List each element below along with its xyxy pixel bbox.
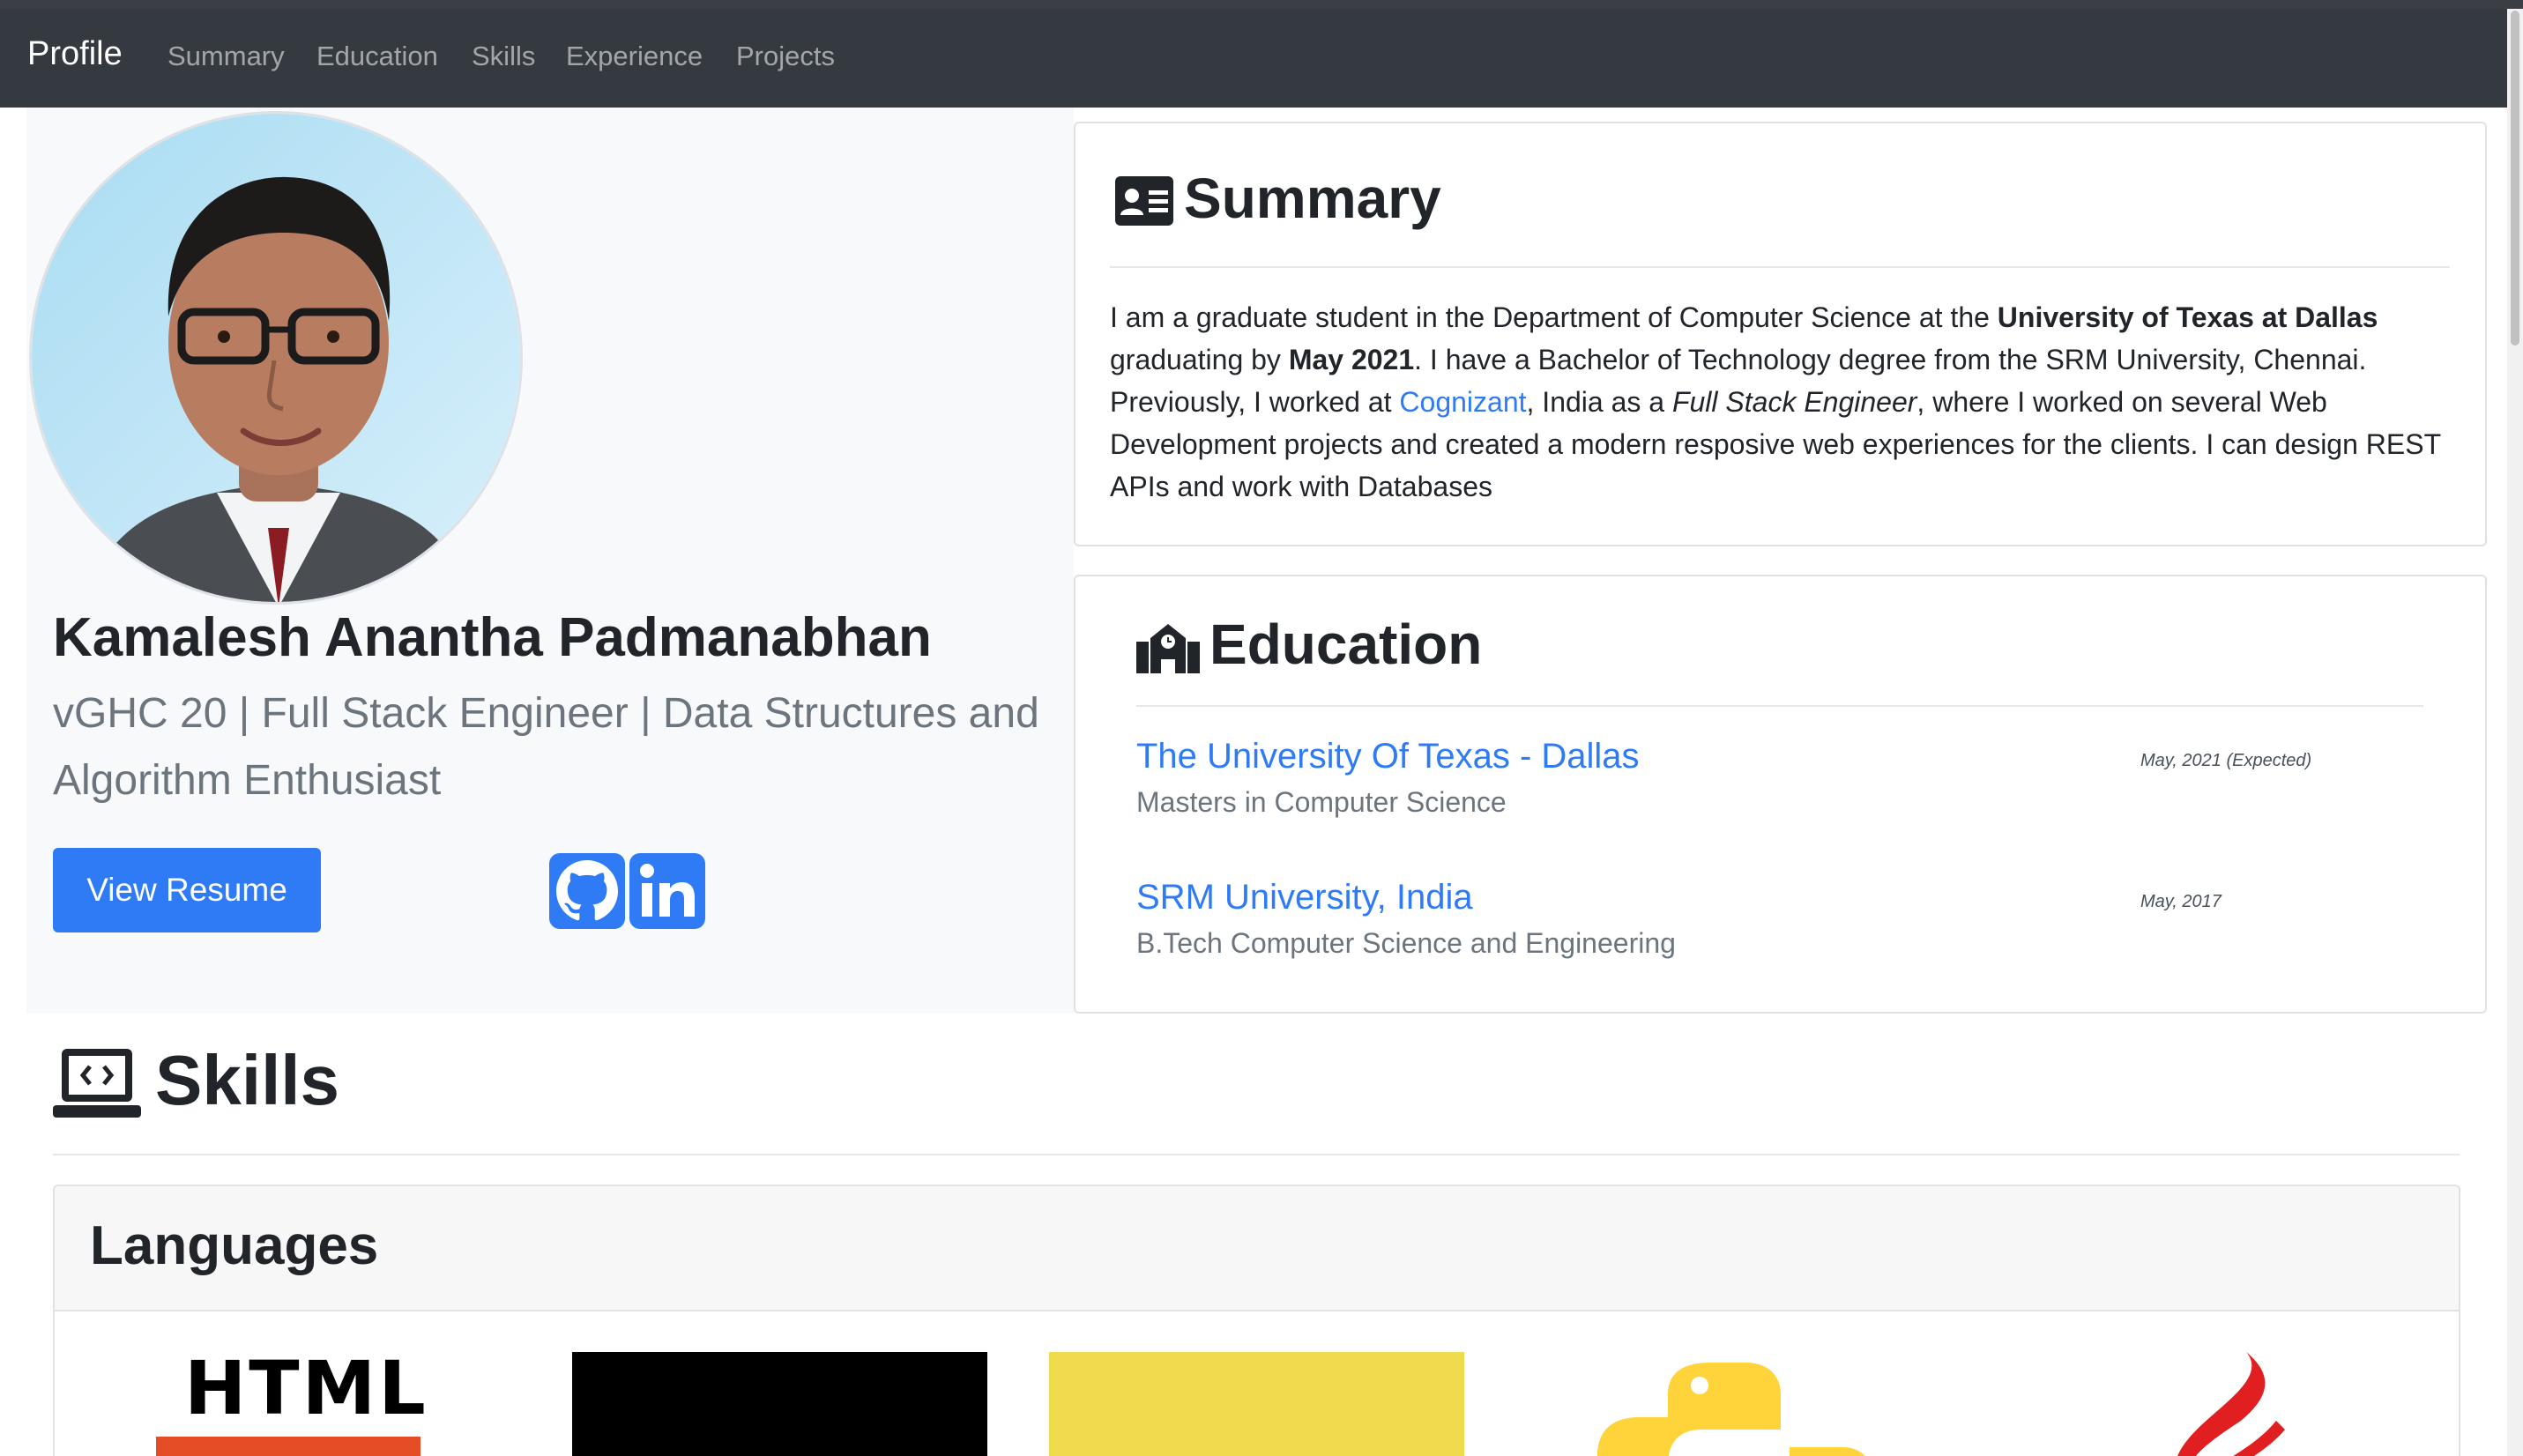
linkedin-icon[interactable] xyxy=(629,853,705,929)
languages-card-header: Languages xyxy=(55,1186,2459,1311)
html5-logo-label: HTML xyxy=(184,1345,428,1431)
summary-text-part: I am a graduate student in the Departmen… xyxy=(1110,301,1998,333)
navbar-brand[interactable]: Profile xyxy=(27,35,123,73)
java-logo xyxy=(2162,1350,2329,1456)
education-school-link[interactable]: The University Of Texas - Dallas xyxy=(1136,737,1640,776)
skills-title: Skills xyxy=(155,1041,340,1119)
education-date: May, 2021 (Expected) xyxy=(2140,751,2312,770)
nav-link-projects[interactable]: Projects xyxy=(736,41,835,72)
languages-title: Languages xyxy=(90,1215,379,1276)
school-icon xyxy=(1136,620,1200,673)
summary-text: I am a graduate student in the Departmen… xyxy=(1110,296,2459,508)
languages-card: Languages HTML xyxy=(53,1185,2460,1456)
nav-link-experience[interactable]: Experience xyxy=(566,41,703,72)
education-title: Education xyxy=(1209,613,1483,676)
python-logo xyxy=(1596,1359,1878,1456)
nav-link-skills[interactable]: Skills xyxy=(472,41,535,72)
summary-role: Full Stack Engineer xyxy=(1671,386,1917,418)
html5-logo: HTML xyxy=(153,1345,427,1456)
profile-name: Kamalesh Anantha Padmanabhan xyxy=(53,607,932,668)
summary-divider xyxy=(1110,266,2450,268)
id-card-icon xyxy=(1115,176,1173,226)
github-icon[interactable] xyxy=(549,853,625,929)
laptop-code-icon xyxy=(53,1047,141,1119)
profile-tagline: vGHC 20 | Full Stack Engineer | Data Str… xyxy=(53,690,1039,804)
summary-graduation-date: May 2021 xyxy=(1288,344,1415,375)
summary-title: Summary xyxy=(1184,167,1441,230)
education-divider xyxy=(1136,705,2423,707)
navbar: Profile Summary Education Skills Experie… xyxy=(0,9,2507,108)
skills-divider xyxy=(53,1154,2460,1155)
nav-link-education[interactable]: Education xyxy=(316,41,438,72)
education-date: May, 2017 xyxy=(2140,892,2222,911)
education-degree: Masters in Computer Science xyxy=(1136,786,1507,818)
page-scrollbar-thumb[interactable] xyxy=(2511,11,2519,345)
language-logo-black xyxy=(572,1352,987,1456)
nav-link-summary[interactable]: Summary xyxy=(167,41,285,72)
summary-text-part: , India as a xyxy=(1526,386,1672,418)
education-school-link[interactable]: SRM University, India xyxy=(1136,878,1473,917)
language-logo-yellow xyxy=(1049,1352,1464,1456)
summary-university: University of Texas at Dallas xyxy=(1997,301,2378,333)
summary-text-part: graduating by xyxy=(1110,344,1289,375)
window-top-strip xyxy=(0,0,2523,9)
avatar xyxy=(29,111,523,605)
cognizant-link[interactable]: Cognizant xyxy=(1399,386,1526,418)
view-resume-button[interactable]: View Resume xyxy=(53,848,321,932)
education-degree: B.Tech Computer Science and Engineering xyxy=(1136,927,1676,959)
